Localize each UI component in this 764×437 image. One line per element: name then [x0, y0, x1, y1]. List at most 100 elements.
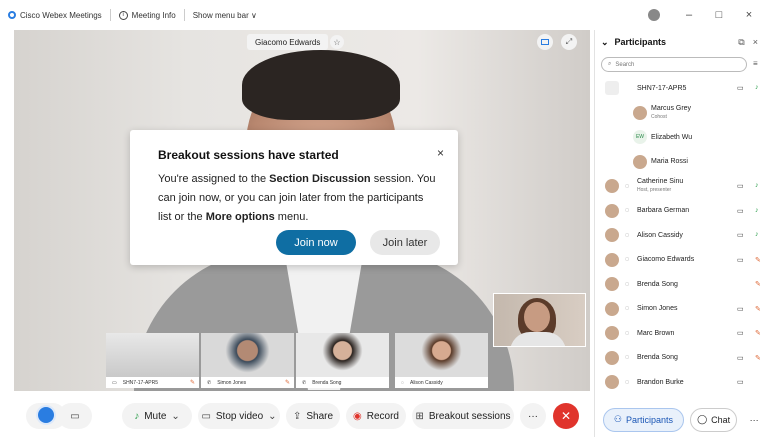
collapse-chevron-icon[interactable]: ⌄: [601, 37, 609, 48]
thumbnail-caption: ◌ Alison Cassidy: [395, 377, 488, 388]
computer-audio-icon: ◌: [401, 379, 404, 386]
participants-tab-button[interactable]: ⚇ Participants: [603, 407, 684, 432]
fullscreen-icon[interactable]: ⤢: [561, 34, 577, 50]
closed-captions-button[interactable]: ▭: [58, 403, 92, 429]
thumbnail-caption: ✆ Simon Jones ✎: [201, 377, 294, 388]
maximize-button[interactable]: □: [704, 0, 734, 30]
video-camera-icon: ▭: [737, 354, 744, 362]
mic-muted-icon[interactable]: ✎: [755, 354, 761, 362]
participant-list: SHN7-17-APR5 ▭ ♪ Marcus Grey Cohost EW Elizabe…: [595, 76, 764, 395]
stop-video-button[interactable]: ▭ Stop video ⌄: [198, 403, 280, 429]
video-thumbnail[interactable]: ✆ Simon Jones ✎: [201, 333, 294, 388]
participant-row[interactable]: ◌ Marc Brown ▭ ✎: [595, 321, 764, 346]
video-camera-icon: ▭: [201, 410, 211, 422]
breakout-sessions-button[interactable]: ⊞ Breakout sessions: [412, 403, 514, 429]
participant-row[interactable]: ◌ Simon Jones ▭ ✎: [595, 297, 764, 322]
mic-muted-icon[interactable]: ✎: [755, 280, 761, 288]
mic-muted-icon: ✎: [189, 380, 195, 386]
participants-panel: ⌄ Participants ⧉ × ⌕ Search ≡ SHN7-17-AP…: [594, 30, 764, 437]
search-icon: ⌕: [608, 61, 612, 67]
microphone-icon[interactable]: ♪: [755, 207, 759, 214]
info-icon: i: [118, 10, 128, 20]
participant-info: Elizabeth Wu: [651, 133, 692, 142]
microphone-icon[interactable]: ♪: [755, 84, 759, 91]
video-thumbnail[interactable]: ✆ Brenda Song: [296, 333, 389, 388]
close-icon[interactable]: ×: [437, 146, 444, 160]
participant-row[interactable]: ◌ Brenda Song ▭ ✎: [595, 346, 764, 371]
microphone-icon[interactable]: ♪: [755, 182, 759, 189]
minimize-button[interactable]: –: [674, 0, 704, 30]
layout-icon[interactable]: [537, 34, 553, 50]
video-camera-icon: ▭: [737, 379, 744, 386]
audio-connection-icon: ◌: [624, 354, 630, 362]
participant-row[interactable]: ◌ Alison Cassidy ▭ ♪: [595, 223, 764, 248]
breakout-icon: ⊞: [415, 410, 424, 422]
participant-name: Simon Jones: [637, 305, 678, 313]
user-avatar[interactable]: [648, 9, 660, 21]
meeting-info-button[interactable]: i Meeting Info: [111, 0, 184, 30]
popout-icon[interactable]: ⧉: [738, 37, 744, 48]
more-options-text: More options: [205, 211, 275, 223]
video-camera-icon: ▭: [737, 85, 744, 92]
chat-tab-button[interactable]: ◯ Chat: [689, 407, 738, 432]
participant-info: Maria Rossi: [651, 157, 688, 166]
sort-icon[interactable]: ≡: [753, 59, 758, 68]
join-now-button[interactable]: Join now: [276, 230, 356, 255]
participant-name: Brandon Burke: [637, 378, 684, 386]
share-button[interactable]: ⇪ Share: [286, 403, 340, 429]
search-placeholder: Search: [615, 61, 635, 68]
avatar: [605, 228, 619, 243]
participant-name: Marcus Grey: [651, 104, 692, 112]
participant-row[interactable]: EW Elizabeth Wu: [595, 125, 764, 150]
video-thumbnail[interactable]: ▭ SHN7-17-APR5 ✎: [106, 333, 199, 388]
mic-muted-icon[interactable]: ✎: [755, 305, 761, 313]
participant-name: Giacomo Edwards: [637, 256, 695, 264]
participant-row[interactable]: ◌ Brandon Burke ▭: [595, 370, 764, 395]
participant-row[interactable]: ◌ Brenda Song ✎: [595, 272, 764, 297]
microphone-icon[interactable]: ♪: [755, 231, 759, 238]
mute-label: Mute: [144, 410, 167, 422]
participant-row[interactable]: Marcus Grey Cohost: [595, 101, 764, 126]
active-speaker-name: Giacomo Edwards: [247, 34, 329, 50]
video-thumbnail[interactable]: ◌ Alison Cassidy: [395, 333, 488, 388]
participant-row[interactable]: ◌ Giacomo Edwards ▭ ✎: [595, 248, 764, 273]
message-text: menu.: [274, 211, 309, 223]
avatar: EW: [633, 130, 647, 145]
session-name: Section Discussion: [269, 173, 371, 185]
mute-button[interactable]: ♪ Mute ⌄: [122, 403, 192, 429]
join-later-button[interactable]: Join later: [370, 230, 440, 255]
panel-header: ⌄ Participants ⧉ ×: [595, 30, 764, 54]
panel-more-button[interactable]: ···: [743, 408, 764, 432]
self-view-video[interactable]: [493, 293, 586, 347]
record-button[interactable]: ◉ Record: [346, 403, 406, 429]
thumbnail-label: SHN7-17-APR5: [122, 379, 159, 386]
participant-info: Simon Jones: [637, 304, 677, 313]
avatar: [605, 203, 619, 218]
end-meeting-button[interactable]: ✕: [553, 403, 579, 429]
participant-role: Cohost: [651, 113, 667, 120]
participant-info: Marcus Grey Cohost: [651, 104, 691, 122]
people-icon: ⚇: [613, 414, 622, 424]
mic-muted-icon[interactable]: ✎: [755, 329, 761, 337]
participant-name: Brenda Song: [637, 280, 678, 288]
participant-row[interactable]: ◌ Barbara German ▭ ♪: [595, 199, 764, 224]
breakout-dialog: Breakout sessions have started × You're …: [130, 130, 458, 265]
share-label: Share: [306, 410, 334, 422]
participant-name: Brenda Song: [637, 354, 678, 362]
participant-row[interactable]: Maria Rossi: [595, 150, 764, 175]
search-input[interactable]: ⌕ Search: [601, 57, 747, 72]
pin-icon[interactable]: ☆: [330, 35, 344, 49]
participant-row[interactable]: SHN7-17-APR5 ▭ ♪: [595, 76, 764, 101]
video-camera-icon: ▭: [737, 232, 744, 239]
more-options-button[interactable]: ···: [520, 403, 546, 429]
close-window-button[interactable]: ×: [734, 0, 764, 30]
participant-row[interactable]: ◌ Catherine Sinu Host, presenter ▭ ♪: [595, 174, 764, 199]
chat-icon: ◯: [697, 414, 708, 424]
show-menu-bar-button[interactable]: Show menu bar ∨: [185, 0, 265, 30]
audio-connection-icon: ◌: [624, 256, 630, 264]
mic-muted-icon[interactable]: ✎: [755, 256, 761, 264]
thumbnail-caption: ✆ Brenda Song: [296, 377, 389, 388]
close-panel-icon[interactable]: ×: [753, 37, 758, 48]
chevron-down-icon: ⌄: [268, 410, 277, 422]
avatar: [605, 375, 619, 390]
